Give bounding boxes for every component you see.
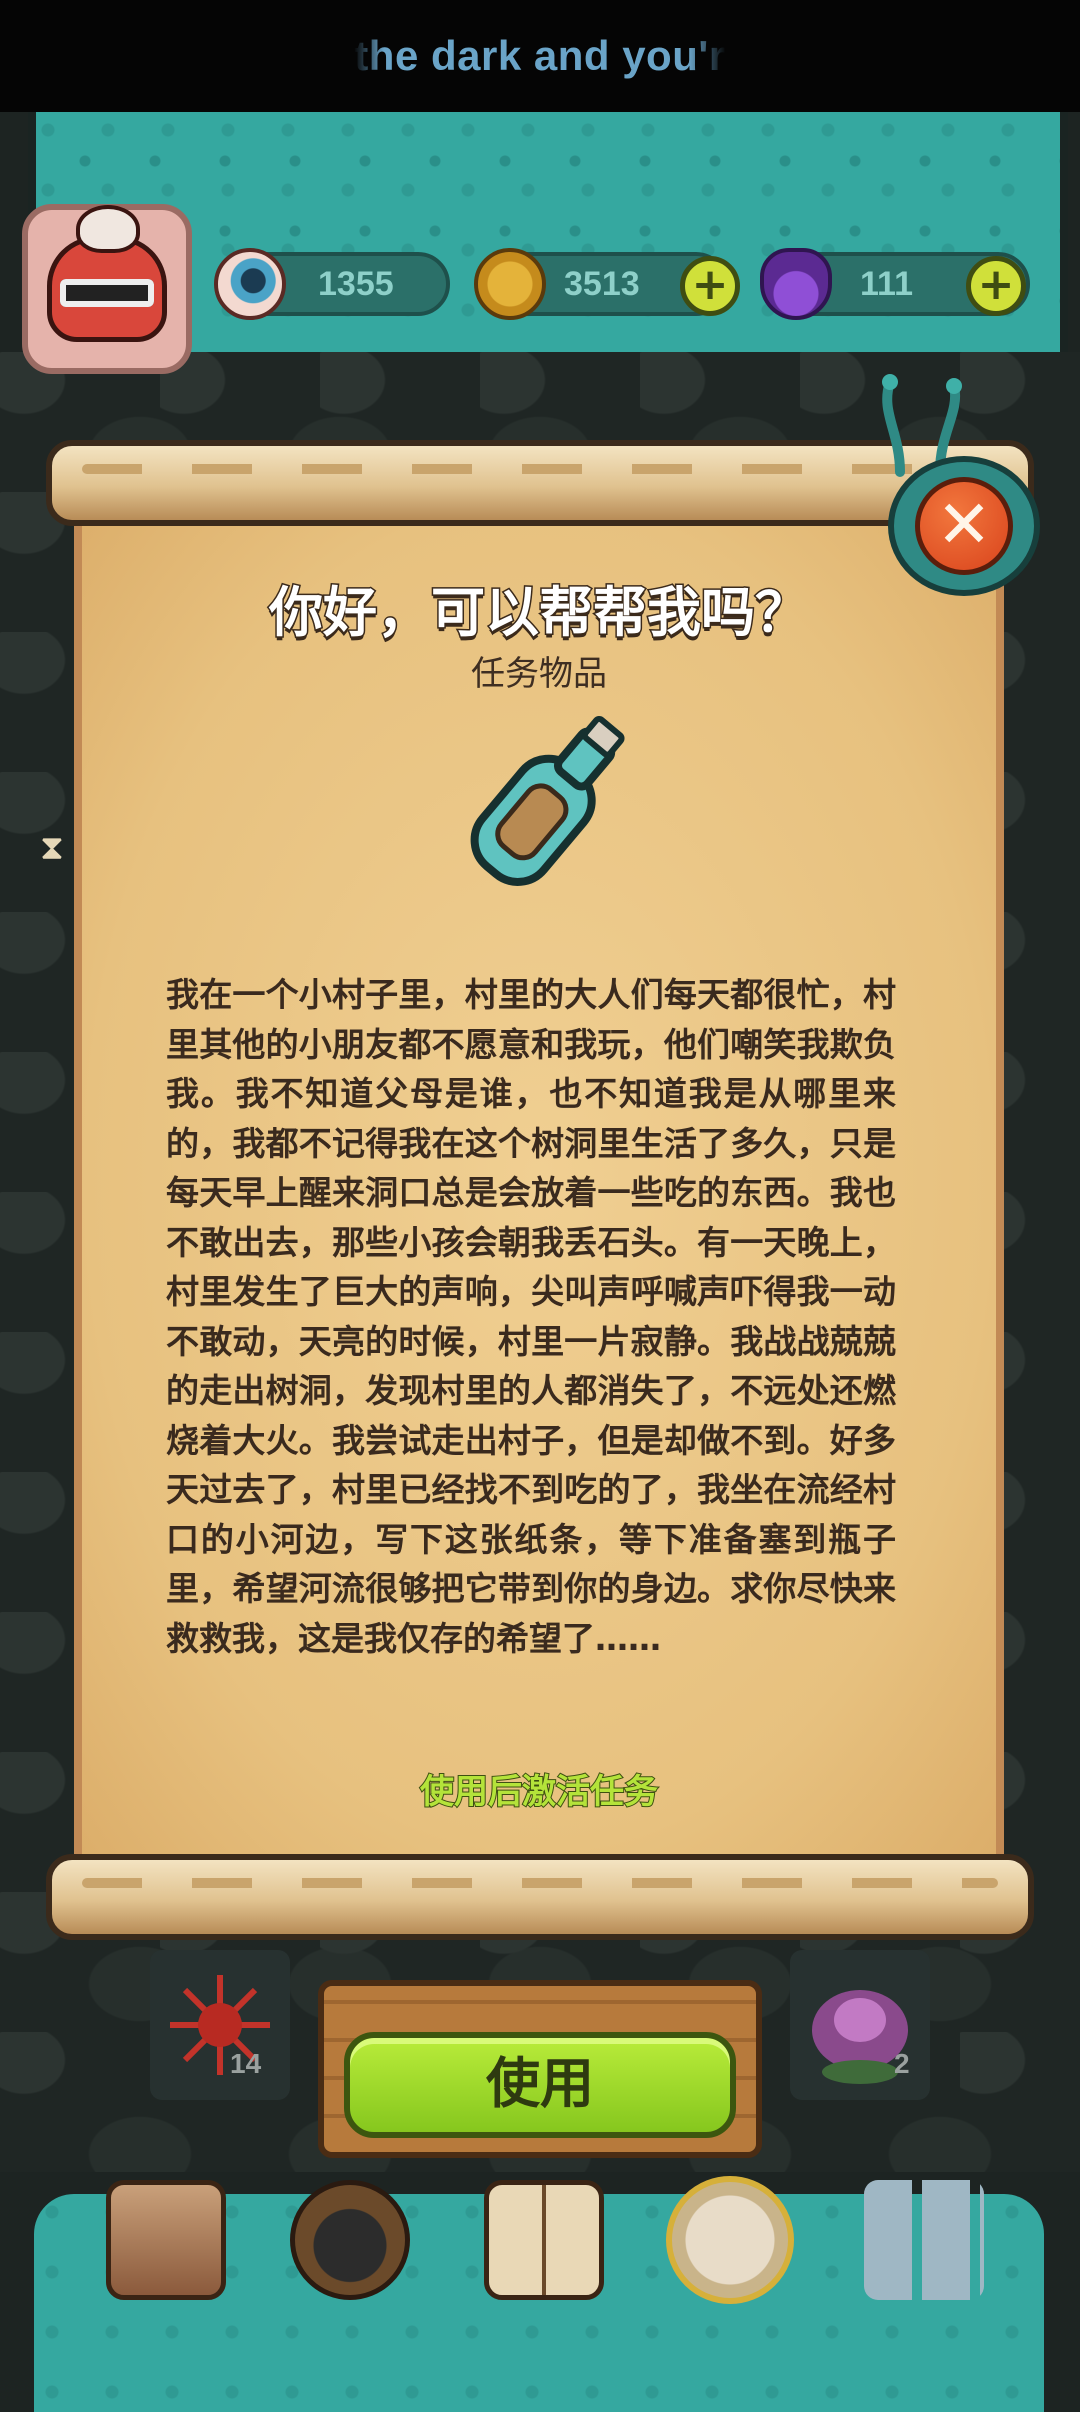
dialog-title: 你好，可以帮帮我吗？	[268, 580, 811, 646]
eyeball-icon	[214, 248, 286, 320]
inventory-slot-left[interactable]	[150, 1950, 290, 2100]
add-gold-button[interactable]: +	[680, 256, 740, 316]
activate-quest-hint: 使用后激活任务	[419, 1771, 659, 1813]
add-potion-button[interactable]: +	[966, 256, 1026, 316]
book-nav-icon[interactable]	[484, 2180, 604, 2300]
shop-nav-icon[interactable]	[106, 2180, 226, 2300]
dialog-subtitle: 任务物品	[471, 654, 607, 694]
monster-nav-icon[interactable]	[290, 2180, 410, 2300]
use-button[interactable]: 使用	[344, 2032, 736, 2138]
coin-icon	[474, 248, 546, 320]
potion-count: 111	[860, 265, 913, 303]
bag-nav-icon[interactable]	[666, 2176, 794, 2304]
close-icon: ✕	[915, 477, 1013, 575]
gold-count: 3513	[564, 265, 640, 303]
slot-left-count: 14	[230, 2048, 262, 2079]
quest-story-text: 我在一个小村子里，村里的大人们每天都很忙，村里其他的小朋友都不愿意和我玩，他们嘲…	[166, 975, 896, 1658]
eye-count: 1355	[318, 265, 394, 303]
grid-menu-icon[interactable]	[864, 2180, 984, 2300]
caption-text: the dark and you'r	[354, 32, 726, 79]
monster-avatar-icon	[47, 205, 167, 342]
player-avatar[interactable]	[22, 204, 192, 374]
caption-bar: the dark and you'r	[0, 0, 1080, 112]
potion-icon	[760, 248, 832, 320]
slot-right-count: 2	[894, 2048, 910, 2079]
message-bottle-icon	[470, 715, 625, 886]
hourglass-icon: ⧗	[40, 828, 64, 868]
scroll-bottom-roll	[46, 1854, 1034, 1940]
red-urchin-icon	[170, 1975, 270, 2075]
